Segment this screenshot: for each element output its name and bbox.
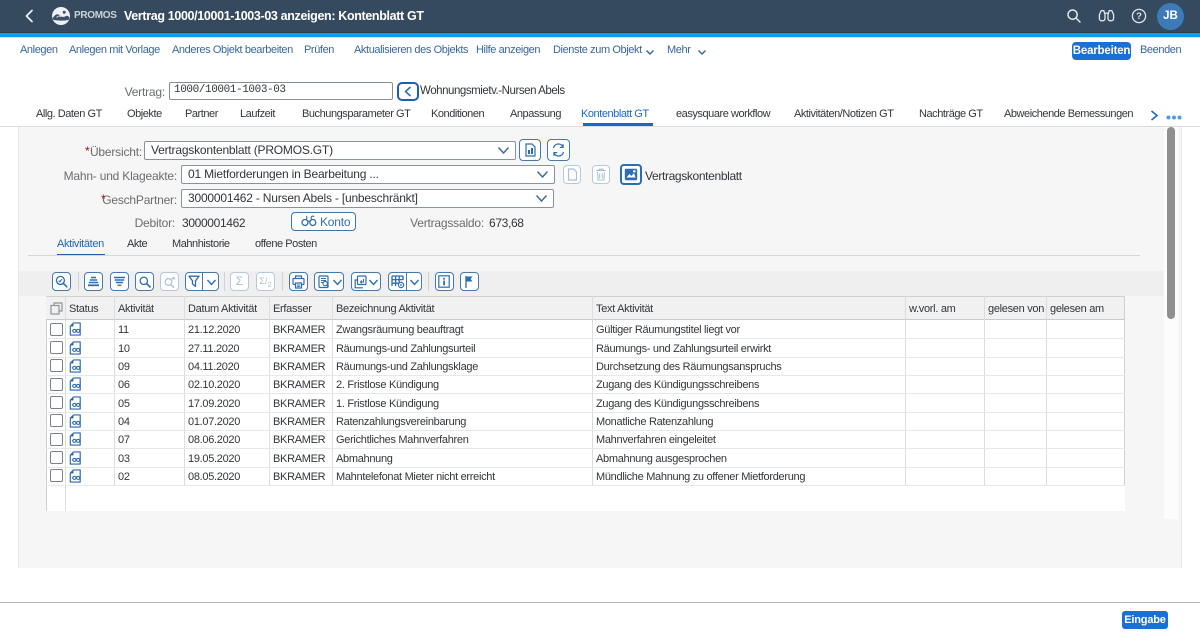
svg-text:?: ? <box>1136 11 1142 22</box>
